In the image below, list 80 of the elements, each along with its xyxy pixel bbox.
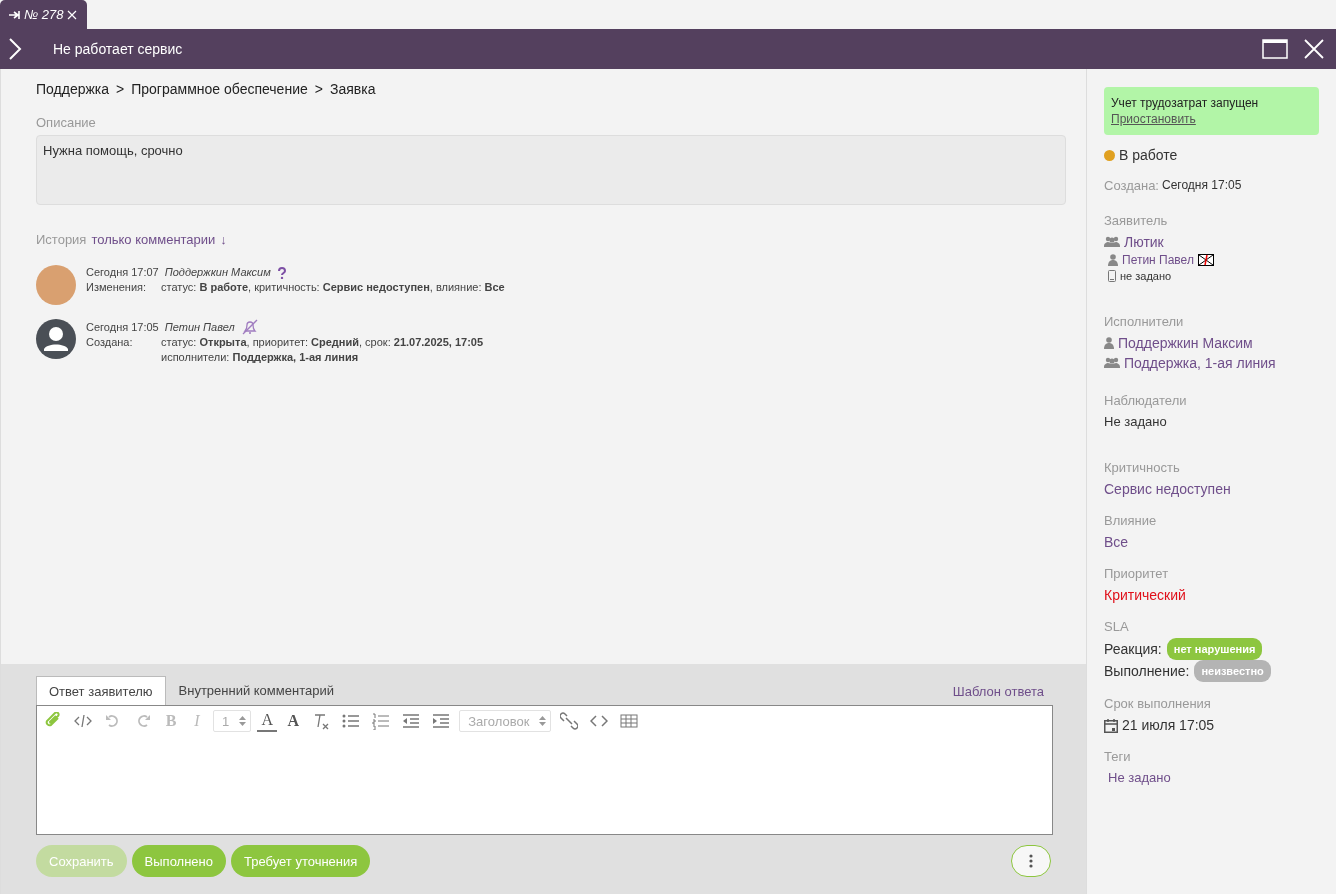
bulleted-list-icon[interactable] <box>342 712 361 730</box>
breadcrumb-link[interactable]: Поддержка <box>36 81 110 97</box>
field-label: Описание <box>36 115 97 130</box>
text-color-button[interactable]: A <box>257 710 278 732</box>
tags-link[interactable]: Не задано <box>1108 768 1171 788</box>
field-link[interactable]: Все <box>1104 532 1319 552</box>
outdent-icon[interactable] <box>402 712 421 730</box>
field-label: Заявитель <box>1104 213 1169 228</box>
spinner-arrows-icon <box>239 716 247 726</box>
ticket-tab[interactable]: № 278 <box>0 0 88 29</box>
field-label: Создана: <box>1104 178 1159 193</box>
pause-link[interactable]: Приостановить <box>1111 111 1196 127</box>
field-label: Исполнители <box>1104 314 1185 329</box>
change-text: статус: Открыта, приоритет: Средний, срок: 21.07.2025, 17:05 <box>161 335 484 350</box>
breadcrumb-link[interactable]: Заявка <box>329 81 376 97</box>
person-icon <box>1108 254 1118 266</box>
timestamp: Сегодня 17:05 <box>86 319 159 335</box>
group-icon <box>1104 357 1120 369</box>
field-link[interactable]: Сервис недоступен <box>1104 479 1319 499</box>
muted-bell-icon[interactable] <box>240 319 259 335</box>
sla-label: Реакция: <box>1104 640 1162 659</box>
sla-badge: неизвестно <box>1194 660 1271 682</box>
field-label: Наблюдатели <box>1104 393 1188 408</box>
group-icon <box>1104 236 1120 248</box>
field-value: Критический <box>1104 586 1187 605</box>
author-name: Петин Павел <box>164 319 235 335</box>
avatar-photo-placeholder <box>36 265 76 305</box>
author-name: Поддержкин Максим <box>164 265 271 280</box>
close-icon[interactable] <box>1304 39 1324 59</box>
background-color-button[interactable]: A <box>283 710 304 732</box>
phone-icon <box>1108 270 1116 282</box>
table-icon[interactable] <box>620 712 639 730</box>
applicant-link[interactable]: Лютик <box>1124 232 1164 252</box>
calendar-icon <box>1104 717 1118 733</box>
template-link[interactable]: Шаблон ответа <box>952 684 1044 699</box>
close-icon[interactable] <box>67 9 78 20</box>
filter-link[interactable]: только комментарии <box>91 232 216 247</box>
change-text: статус: В работе, критичность: Сервис недоступен, влияние: Все <box>161 280 505 295</box>
code-icon[interactable] <box>74 712 92 730</box>
status-text: В работе <box>1119 147 1178 163</box>
field-label: Влияние <box>1104 513 1158 528</box>
field-label: Срок выполнения <box>1104 696 1212 711</box>
sla-badge: нет нарушения <box>1166 638 1263 660</box>
change-label: Изменения: <box>86 280 148 295</box>
maximize-icon[interactable] <box>1262 38 1288 60</box>
clear-format-icon[interactable] <box>312 712 331 730</box>
editor-tab[interactable]: Ответ заявителю <box>36 676 166 705</box>
spinner-arrows-icon <box>539 716 547 726</box>
assignee-link[interactable]: Поддержка, 1-ая линия <box>1124 353 1276 373</box>
section-label: История <box>36 232 87 247</box>
indent-icon[interactable] <box>432 712 451 730</box>
change-label: Создана: <box>86 335 134 350</box>
phone-value: не задано <box>1120 269 1172 284</box>
editor-tab[interactable]: Внутренний комментарий <box>165 676 347 705</box>
window-title: Не работает сервис <box>53 41 184 57</box>
contact-link[interactable]: Петин Павел <box>1122 252 1194 268</box>
link-icon[interactable] <box>560 712 579 730</box>
breadcrumb-link[interactable]: Программное обеспечение <box>131 81 308 97</box>
broken-image-icon <box>1197 254 1214 266</box>
timestamp: Сегодня 17:07 <box>86 265 159 280</box>
field-value: Не задано <box>1104 413 1168 431</box>
field-label: Приоритет <box>1104 566 1170 581</box>
more-icon <box>1029 854 1033 868</box>
breadcrumb-separator: > <box>116 81 125 97</box>
field-label: SLA <box>1104 619 1130 634</box>
due-date: 21 июля 17:05 <box>1122 716 1215 735</box>
change-text: исполнители: Поддержка, 1-ая линия <box>161 350 359 365</box>
sort-arrow[interactable]: ↓ <box>220 232 227 247</box>
question-icon[interactable] <box>276 266 287 279</box>
field-label: Критичность <box>1104 460 1181 475</box>
sla-label: Выполнение: <box>1104 662 1190 681</box>
avatar-silhouette <box>36 319 76 359</box>
assignee-link[interactable]: Поддержкин Максим <box>1118 333 1253 353</box>
field-label: Теги <box>1104 749 1132 764</box>
banner-text: Учет трудозатрат запущен <box>1111 96 1259 110</box>
person-icon <box>1104 337 1114 349</box>
field-value: Сегодня 17:05 <box>1162 178 1242 193</box>
breadcrumb-separator: > <box>314 81 323 97</box>
pin-icon <box>8 9 20 20</box>
description-field[interactable]: Нужна помощь, срочно <box>36 135 1066 205</box>
